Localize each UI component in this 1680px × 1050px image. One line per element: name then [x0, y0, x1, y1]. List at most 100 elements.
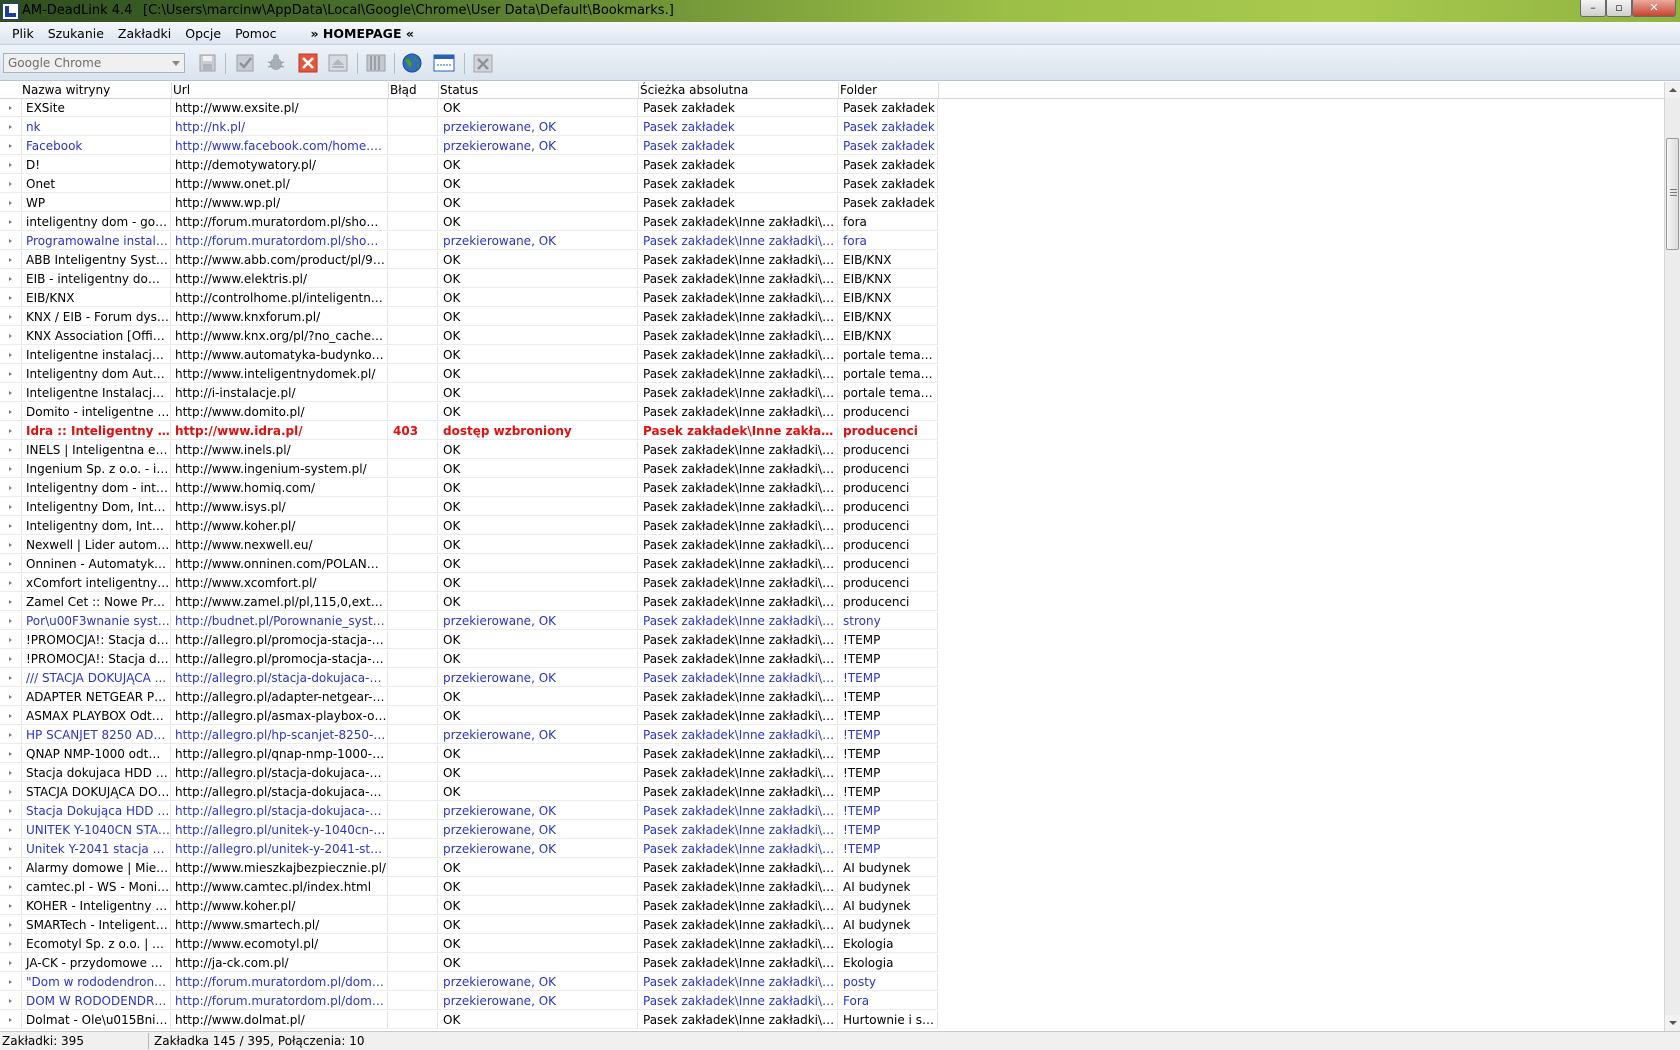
browser-select[interactable]: Google Chrome — [3, 53, 185, 73]
menu-pomoc[interactable]: Pomoc — [228, 26, 283, 41]
cell-error — [388, 517, 438, 535]
table-row[interactable]: Ecomotyl Sp. z o.o. | Eko... http://www.e… — [0, 935, 1664, 954]
row-indicator — [0, 707, 22, 725]
cell-url: http://www.knxforum.pl/ — [171, 308, 388, 326]
table-row[interactable]: Inteligentny dom, Intelig... http://www.k… — [0, 517, 1664, 536]
column-header-url[interactable]: Url — [173, 83, 190, 97]
table-row[interactable]: Stacja dokujaca HDD We... http://allegro.… — [0, 764, 1664, 783]
table-row[interactable]: JA-CK - przydomowe oc... http://ja-ck.com… — [0, 954, 1664, 973]
column-header-path[interactable]: Ścieżka absolutna — [640, 83, 748, 97]
table-row[interactable]: Inteligentny Dom, Inteli... http://www.is… — [0, 498, 1664, 517]
check-button[interactable] — [234, 53, 256, 73]
cell-error — [388, 973, 438, 991]
table-row[interactable]: Stacja Dokująca HDD SA... http://allegro.… — [0, 802, 1664, 821]
column-header-status[interactable]: Status — [440, 83, 478, 97]
table-row[interactable]: EXSite http://www.exsite.pl/OK Pasek zakła… — [0, 99, 1664, 118]
cell-path: Pasek zakładek\Inne zakładki\Bud... — [638, 859, 838, 877]
menu-plik[interactable]: Plik — [0, 26, 41, 41]
table-row[interactable]: /// STACJA DOKUJĄCA ... http://allegro.pl… — [0, 669, 1664, 688]
table-row[interactable]: !PROMOCJA!: Stacja dok... http://allegro.… — [0, 650, 1664, 669]
table-row[interactable]: KOHER - Inteligentny do... http://www.koh… — [0, 897, 1664, 916]
table-row[interactable]: SMARTech - Inteligentn... http://www.smar… — [0, 916, 1664, 935]
table-row[interactable]: Inteligentny dom Auto... http://www.intel… — [0, 365, 1664, 384]
table-row[interactable]: DOM W RODODENDRO... http://forum.muratord… — [0, 992, 1664, 1011]
table-row[interactable]: Por\u00F3wnanie syste... http://budnet.pl… — [0, 612, 1664, 631]
table-row[interactable]: camtec.pl - WS - Monito... http://www.cam… — [0, 878, 1664, 897]
upload-button[interactable] — [327, 53, 349, 73]
column-header-name[interactable]: Nazwa witryny — [22, 83, 110, 97]
table-row[interactable]: nk http://nk.pl/przekierowane, OK Pasek za… — [0, 118, 1664, 137]
cell-path: Pasek zakładek — [638, 118, 838, 136]
table-row[interactable]: ASMAX PLAYBOX Odtw... http://allegro.pl/a… — [0, 707, 1664, 726]
table-row[interactable]: Domito - inteligentne in... http://www.do… — [0, 403, 1664, 422]
close-button[interactable]: ✕ — [1632, 0, 1676, 17]
table-row[interactable]: Inteligentne Instalacje El... http://i-in… — [0, 384, 1664, 403]
table-row[interactable]: Programowalne instalacj... http://forum.m… — [0, 232, 1664, 251]
table-row[interactable]: Dolmat - Ole\u015Bnica ... http://www.dol… — [0, 1011, 1664, 1030]
table-row[interactable]: Zamel Cet :: Nowe Prod... http://www.zame… — [0, 593, 1664, 612]
menu-szukanie[interactable]: Szukanie — [41, 26, 111, 41]
table-row[interactable]: inteligentny dom - goto... http://forum.m… — [0, 213, 1664, 232]
globe-button[interactable] — [401, 53, 423, 73]
table-row[interactable]: KNX Association [Officia... http://www.kn… — [0, 327, 1664, 346]
row-arrow-icon — [9, 866, 12, 870]
table-row[interactable]: EIB - inteligentny dom o... http://www.el… — [0, 270, 1664, 289]
table-row[interactable]: ABB Inteligentny System... http://www.abb… — [0, 251, 1664, 270]
cell-name: DOM W RODODENDRO... — [22, 992, 171, 1010]
delete-button[interactable] — [297, 53, 319, 73]
table-row[interactable]: STACJA DOKUJĄCA DO ... http://allegro.pl/… — [0, 783, 1664, 802]
cell-url: http://i-instalacje.pl/ — [171, 384, 388, 402]
table-row[interactable]: UNITEK Y-1040CN STAC... http://allegro.pl… — [0, 821, 1664, 840]
column-header-folder[interactable]: Folder — [840, 83, 877, 97]
menu-homepage[interactable]: » HOMEPAGE « — [304, 26, 421, 41]
scroll-up-button[interactable] — [1665, 82, 1680, 98]
cell-error — [388, 707, 438, 725]
column-header-error[interactable]: Błąd — [390, 83, 417, 97]
table-row[interactable]: Onninen - Automatyka ... http://www.onnin… — [0, 555, 1664, 574]
scroll-down-button[interactable] — [1665, 1015, 1680, 1031]
save-button[interactable] — [197, 53, 219, 73]
table-row[interactable]: Idra :: Inteligentny Do...http://www.idr… — [0, 422, 1664, 441]
table-row[interactable]: Inteligentny dom - inteli... http://www.h… — [0, 479, 1664, 498]
table-row[interactable]: "Dom w rododendronac... http://forum.mura… — [0, 973, 1664, 992]
bug-button[interactable] — [265, 53, 287, 73]
maximize-button[interactable]: ▫ — [1606, 0, 1632, 17]
columns-button[interactable] — [365, 53, 387, 73]
cancel-button[interactable] — [472, 53, 494, 73]
cell-url: http://forum.muratordom.pl/dom-w... — [171, 973, 388, 991]
table-row[interactable]: INELS | Inteligentna elekt...http://www.… — [0, 441, 1664, 460]
table-row[interactable]: QNAP NMP-1000 odtwa... http://allegro.pl/… — [0, 745, 1664, 764]
table-row[interactable]: HP SCANJET 8250 ADF D... http://allegro.p… — [0, 726, 1664, 745]
menu-opcje[interactable]: Opcje — [178, 26, 228, 41]
table-row[interactable]: Facebook http://www.facebook.com/home.php… — [0, 137, 1664, 156]
menu-zakladki[interactable]: Zakładki — [111, 26, 178, 41]
table-row[interactable]: !PROMOCJA!: Stacja dok... http://allegro.… — [0, 631, 1664, 650]
cell-folder: AI budynek — [838, 897, 938, 915]
cell-status: OK — [438, 574, 638, 592]
table-row[interactable]: WP http://www.wp.pl/OK Pasek zakładek Pasek… — [0, 194, 1664, 213]
cell-folder: Pasek zakładek — [838, 99, 938, 117]
table-row[interactable]: KNX / EIB - Forum dysku... http://www.knx… — [0, 308, 1664, 327]
table-row[interactable]: Inteligentne instalacje, i... http://www.… — [0, 346, 1664, 365]
table-row[interactable]: Ingenium Sp. z o.o. - int... http://www.i… — [0, 460, 1664, 479]
cell-error — [388, 745, 438, 763]
table-row[interactable]: ADAPTER NETGEAR PTV... http://allegro.pl/… — [0, 688, 1664, 707]
check-icon — [236, 54, 254, 72]
table-row[interactable]: EIB/KNX http://controlhome.pl/inteligentn… — [0, 289, 1664, 308]
table-row[interactable]: Unitek Y-2041 stacja dok... http://allegr… — [0, 840, 1664, 859]
vertical-scrollbar[interactable] — [1664, 82, 1680, 1031]
cell-name: Onet — [22, 175, 171, 193]
table-row[interactable]: xComfort inteligentny d... http://www.xco… — [0, 574, 1664, 593]
scroll-thumb[interactable] — [1666, 138, 1679, 250]
table-row[interactable]: Nexwell | Lider automaty... http://www.ne… — [0, 536, 1664, 555]
minimize-button[interactable]: – — [1580, 0, 1606, 17]
table-row[interactable]: Onet http://www.onet.pl/OK Pasek zakładek P… — [0, 175, 1664, 194]
cell-name: nk — [22, 118, 171, 136]
window-button[interactable] — [433, 53, 455, 73]
table-row[interactable]: D! http://demotywatory.pl/OK Pasek zakłade… — [0, 156, 1664, 175]
cell-url: http://allegro.pl/promocja-stacja-do... — [171, 631, 388, 649]
cell-url: http://allegro.pl/stacja-dokujaca-do-... — [171, 783, 388, 801]
table-row[interactable]: Alarmy domowe | Miesz... http://www.miesz… — [0, 859, 1664, 878]
cell-name: Inteligentne instalacje, i... — [22, 346, 171, 364]
cell-error — [388, 289, 438, 307]
